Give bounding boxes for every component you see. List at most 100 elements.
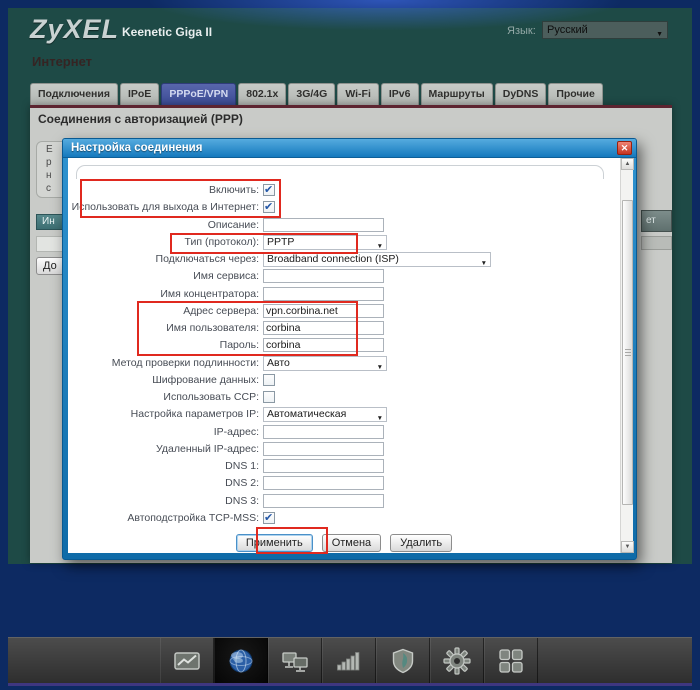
internet-icon — [226, 646, 256, 676]
field-label-connect-via: Подключаться через: — [155, 253, 259, 265]
field-description[interactable] — [263, 218, 384, 232]
apply-button[interactable]: Применить — [235, 534, 313, 552]
scroll-up-icon[interactable]: ▲ — [621, 158, 634, 170]
close-icon[interactable]: ✕ — [617, 141, 632, 155]
tab-подключения[interactable]: Подключения — [30, 83, 118, 105]
field-label-password: Пароль: — [219, 339, 259, 351]
form-row-dns3: DNS 3: — [68, 493, 608, 510]
form-row-dns1: DNS 1: — [68, 458, 608, 475]
dock-item-internet[interactable] — [214, 638, 268, 684]
delete-button[interactable]: Удалить — [390, 534, 453, 552]
tab-ipoe[interactable]: IPoE — [119, 83, 160, 105]
tab-802-1x[interactable]: 802.1x — [238, 83, 287, 105]
field-dns2[interactable] — [263, 476, 384, 490]
clipped-right-button[interactable]: ет — [641, 210, 672, 232]
dialog-titlebar[interactable]: Настройка соединения ✕ — [63, 139, 636, 158]
dialog-button-row: Применить Отмена Удалить — [68, 534, 620, 552]
check-icon: ✔ — [264, 201, 274, 213]
dock-item-security[interactable] — [376, 638, 430, 684]
tab-pppoe-vpn[interactable]: PPPoE/VPN — [161, 83, 237, 105]
field-ccp-checkbox[interactable]: ✔ — [263, 391, 275, 403]
field-label-ip-settings: Настройка параметров IP: — [130, 408, 259, 420]
field-label-tcp-mss: Автоподстройка TCP-MSS: — [127, 512, 259, 524]
form-row-auth-method: Метод проверки подлинности: Авто ▼ — [68, 355, 608, 372]
form-row-dns2: DNS 2: — [68, 475, 608, 492]
field-service-name[interactable] — [263, 269, 384, 283]
field-tcp-mss-checkbox[interactable]: ✔ — [263, 512, 275, 524]
connection-settings-dialog: Настройка соединения ✕ Включить: ✔ Использ… — [62, 138, 637, 560]
scrollbar-thumb[interactable] — [622, 200, 633, 505]
clipped-right-element — [641, 236, 672, 250]
field-ip-settings-value: Автоматическая — [267, 408, 347, 420]
form-row-enable: Включить: ✔ — [68, 182, 608, 199]
cancel-button[interactable]: Отмена — [321, 534, 382, 552]
field-connect-via-value: Broadband connection (ISP) — [267, 253, 399, 265]
form-row-ip-settings: Настройка параметров IP: Автоматическая ▼ — [68, 406, 608, 423]
field-label-dns1: DNS 1: — [225, 460, 259, 472]
home-network-icon — [280, 646, 310, 676]
field-ip-address[interactable] — [263, 425, 384, 439]
field-label-description: Описание: — [207, 219, 259, 231]
field-password[interactable] — [263, 338, 384, 352]
language-select[interactable]: Русский ▼ — [542, 21, 668, 39]
security-icon — [388, 646, 418, 676]
panel-title: Соединения с авторизацией (PPP) — [38, 112, 243, 126]
field-server-address[interactable] — [263, 304, 384, 318]
field-dns3[interactable] — [263, 494, 384, 508]
form-row-tcp-mss: Автоподстройка TCP-MSS: ✔ — [68, 510, 608, 527]
field-protocol[interactable]: PPTP ▼ — [263, 235, 387, 250]
page-title: Интернет — [32, 54, 93, 69]
dock-item-applications[interactable] — [484, 638, 538, 684]
field-use-for-internet-checkbox[interactable]: ✔ — [263, 201, 275, 213]
device-model-label: Keenetic Giga II — [122, 25, 213, 39]
language-label: Язык: — [507, 25, 536, 37]
system-icon — [442, 646, 472, 676]
field-label-dns3: DNS 3: — [225, 495, 259, 507]
system-monitor-icon — [172, 646, 202, 676]
dock-item-wifi[interactable] — [322, 638, 376, 684]
tab-dydns[interactable]: DyDNS — [494, 83, 547, 105]
dock-item-system-monitor[interactable] — [160, 638, 214, 684]
language-select-value: Русский — [547, 24, 588, 36]
form-row-use-for-internet: Использовать для выхода в Интернет: ✔ — [68, 199, 608, 216]
tab-прочие[interactable]: Прочие — [548, 83, 603, 105]
check-icon: ✔ — [264, 512, 274, 524]
field-ip-settings[interactable]: Автоматическая ▼ — [263, 407, 387, 422]
router-admin-page: ZyXEL Keenetic Giga II Язык: Русский ▼ И… — [0, 0, 700, 690]
dock-item-system[interactable] — [430, 638, 484, 684]
field-label-protocol: Тип (протокол): — [184, 236, 259, 248]
field-username[interactable] — [263, 321, 384, 335]
field-remote-ip-address[interactable] — [263, 442, 384, 456]
field-connect-via[interactable]: Broadband connection (ISP) ▼ — [263, 252, 491, 267]
applications-icon — [496, 646, 526, 676]
dock-item-home-network[interactable] — [268, 638, 322, 684]
tab-3g-4g[interactable]: 3G/4G — [288, 83, 336, 105]
wifi-icon — [334, 646, 364, 676]
field-label-use-for-internet: Использовать для выхода в Интернет: — [71, 201, 259, 213]
field-label-dns2: DNS 2: — [225, 477, 259, 489]
field-dns1[interactable] — [263, 459, 384, 473]
field-auth-method[interactable]: Авто ▼ — [263, 356, 387, 371]
field-enable-checkbox[interactable]: ✔ — [263, 184, 275, 196]
field-label-ccp: Использовать CCP: — [163, 391, 259, 403]
field-label-ip-address: IP-адрес: — [213, 426, 259, 438]
dialog-scrollbar[interactable]: ▲ ▼ — [620, 158, 634, 553]
field-label-concentrator-name: Имя концентратора: — [160, 288, 259, 300]
tab-маршруты[interactable]: Маршруты — [420, 83, 493, 105]
field-concentrator-name[interactable] — [263, 287, 384, 301]
form-row-remote-ip-address: Удаленный IP-адрес: — [68, 441, 608, 458]
field-label-enable: Включить: — [208, 184, 259, 196]
tab-wi-fi[interactable]: Wi-Fi — [337, 83, 379, 105]
field-encryption-checkbox[interactable]: ✔ — [263, 374, 275, 386]
form-row-ip-address: IP-адрес: — [68, 424, 608, 441]
field-label-remote-ip-address: Удаленный IP-адрес: — [156, 443, 259, 455]
form-row-username: Имя пользователя: — [68, 320, 608, 337]
toolbar-bottom-edge — [8, 683, 692, 686]
tab-ipv6[interactable]: IPv6 — [380, 83, 419, 105]
scrollbar-grip — [625, 348, 631, 357]
form-row-server-address: Адрес сервера: — [68, 303, 608, 320]
form-row-protocol: Тип (протокол): PPTP ▼ — [68, 234, 608, 251]
field-auth-method-value: Авто — [267, 357, 290, 369]
scroll-down-icon[interactable]: ▼ — [621, 541, 634, 553]
dialog-content: Включить: ✔ Использовать для выхода в Инте… — [68, 158, 620, 553]
